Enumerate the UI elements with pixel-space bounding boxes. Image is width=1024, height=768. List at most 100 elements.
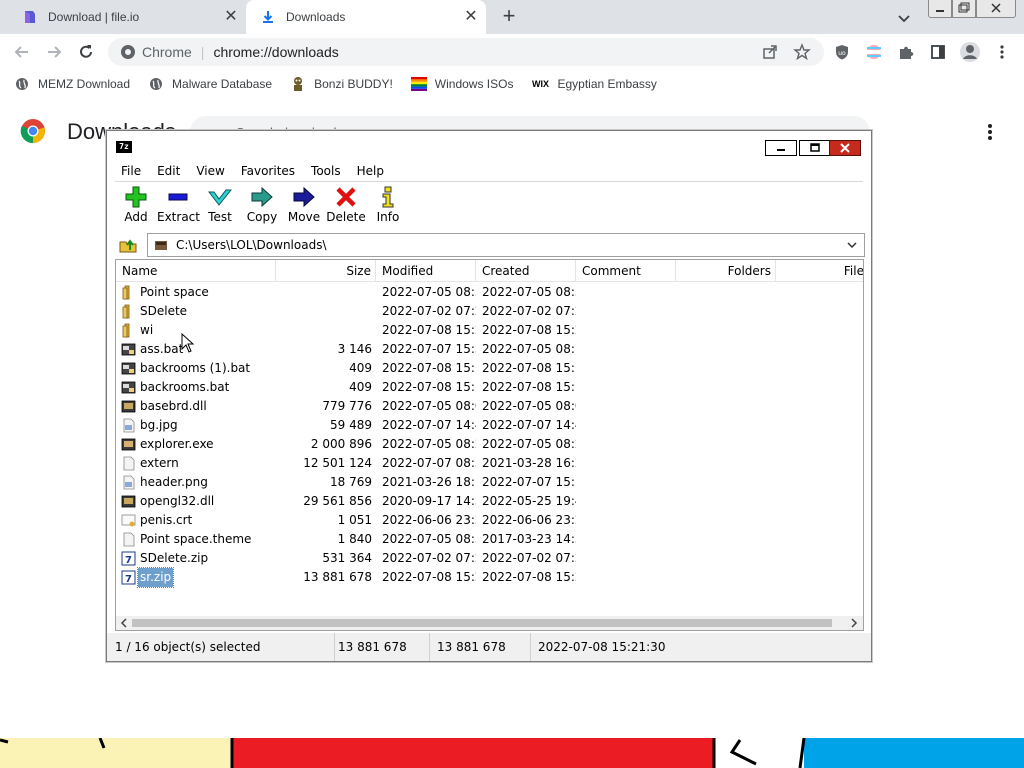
copy-button[interactable]: Copy xyxy=(241,185,283,231)
sevenzip-maximize-button[interactable] xyxy=(799,140,831,156)
file-size: 18 769 xyxy=(330,475,372,489)
file-modified: 2022-07-02 07:25 xyxy=(382,551,476,565)
generic-file-icon xyxy=(121,456,136,471)
file-name: backrooms (1).bat xyxy=(140,361,251,375)
tab-file-io[interactable]: Download | file.io ✕ xyxy=(8,0,246,34)
file-row[interactable]: basebrd.dll 779 776 2022-07-05 08:04 2022-0… xyxy=(116,397,863,416)
mouse-cursor-icon xyxy=(181,332,195,353)
reload-icon[interactable] xyxy=(74,40,98,64)
file-created: 2022-07-08 15:21 xyxy=(482,323,576,337)
batch-file-icon xyxy=(121,361,136,376)
bookmark-memz-download[interactable]: MEMZ Download xyxy=(14,76,130,92)
file-io-icon xyxy=(22,9,38,25)
svg-text:7: 7 xyxy=(125,555,132,566)
more-options-icon[interactable] xyxy=(982,120,998,144)
back-icon[interactable] xyxy=(10,40,34,64)
file-name: explorer.exe xyxy=(140,437,214,451)
add-button[interactable]: Add xyxy=(115,185,157,231)
bookmark-bonzi-buddy[interactable]: Bonzi BUDDY! xyxy=(290,76,393,92)
folder-icon xyxy=(121,304,136,319)
horizontal-scrollbar[interactable] xyxy=(116,616,863,630)
file-row[interactable]: 7 SDelete.zip 531 364 2022-07-02 07:25 2022-… xyxy=(116,549,863,568)
file-modified: 2022-07-05 08:53 xyxy=(382,532,476,546)
file-row[interactable]: opengl32.dll 29 561 856 2020-09-17 14:38 20… xyxy=(116,492,863,511)
menu-help[interactable]: Help xyxy=(349,161,392,181)
tab-downloads[interactable]: Downloads ✕ xyxy=(246,0,486,34)
file-size: 409 xyxy=(349,380,372,394)
extension-colored-icon[interactable] xyxy=(862,40,886,64)
tool-label: Test xyxy=(208,210,232,224)
window-restore-button[interactable] xyxy=(952,0,976,18)
sevenzip-minimize-button[interactable] xyxy=(765,140,797,156)
file-size: 2 000 896 xyxy=(310,437,372,451)
menu-edit[interactable]: Edit xyxy=(149,161,188,181)
ublock-extension-icon[interactable]: uo xyxy=(830,40,854,64)
bookmark-egyptian-embassy[interactable]: WIX Egyptian Embassy xyxy=(531,76,657,92)
bookmark-star-icon[interactable] xyxy=(790,40,814,64)
file-row[interactable]: wi 2022-07-08 15:21 2022-07-08 15:21 xyxy=(116,321,863,340)
path-text: C:\Users\LOL\Downloads\ xyxy=(176,238,327,252)
close-icon[interactable]: ✕ xyxy=(222,8,240,26)
file-row[interactable]: explorer.exe 2 000 896 2022-07-05 08:25 202… xyxy=(116,435,863,454)
tab-title: Download | file.io xyxy=(48,10,140,24)
address-bar[interactable]: Chrome | chrome://downloads xyxy=(108,38,824,66)
column-comment[interactable]: Comment xyxy=(576,260,676,282)
sevenzip-titlebar[interactable]: 7z xyxy=(107,131,871,161)
extract-button[interactable]: Extract xyxy=(157,185,200,231)
column-files[interactable]: File xyxy=(776,260,863,282)
side-panel-icon[interactable] xyxy=(926,40,950,64)
file-row[interactable]: Point space.theme 1 840 2022-07-05 08:53 20… xyxy=(116,530,863,549)
wix-icon: WIX xyxy=(531,79,549,89)
file-row[interactable]: SDelete 2022-07-02 07:25 2022-07-02 07:25 xyxy=(116,302,863,321)
file-row[interactable]: extern 12 501 124 2022-07-07 08:36 2021-03-… xyxy=(116,454,863,473)
column-size[interactable]: Size xyxy=(276,260,376,282)
file-row[interactable]: bg.jpg 59 489 2022-07-07 14:48 2022-07-07 1… xyxy=(116,416,863,435)
delete-button[interactable]: Delete xyxy=(325,185,367,231)
column-name[interactable]: Name xyxy=(116,260,276,282)
new-tab-button[interactable]: + xyxy=(498,5,520,28)
chrome-menu-icon[interactable] xyxy=(990,40,1014,64)
share-icon[interactable] xyxy=(758,40,782,64)
file-row[interactable]: ass.bat 3 146 2022-07-07 15:37 2022-07-05 0… xyxy=(116,340,863,359)
file-size: 1 051 xyxy=(337,513,372,527)
file-row[interactable]: backrooms (1).bat 409 2022-07-08 15:19 2022… xyxy=(116,359,863,378)
menu-tools[interactable]: Tools xyxy=(303,161,349,181)
close-icon[interactable]: ✕ xyxy=(462,8,480,26)
globe-icon xyxy=(14,76,30,92)
menu-file[interactable]: File xyxy=(113,161,149,181)
exe-file-icon xyxy=(121,437,136,452)
sevenzip-close-button[interactable] xyxy=(829,140,861,156)
chevron-down-icon[interactable] xyxy=(844,237,860,253)
window-minimize-button[interactable] xyxy=(928,0,952,18)
menu-divider xyxy=(115,181,863,182)
bonzi-icon xyxy=(290,76,306,92)
column-folders[interactable]: Folders xyxy=(676,260,776,282)
chevron-down-icon[interactable] xyxy=(894,8,914,28)
scroll-right-icon[interactable] xyxy=(848,617,860,629)
move-button[interactable]: Move xyxy=(283,185,325,231)
forward-icon[interactable] xyxy=(42,40,66,64)
window-close-button[interactable] xyxy=(976,0,1016,18)
test-button[interactable]: Test xyxy=(199,185,241,231)
file-name: basebrd.dll xyxy=(140,399,207,413)
bookmark-malware-database[interactable]: Malware Database xyxy=(148,76,272,92)
tab-strip: Download | file.io ✕ Downloads ✕ + xyxy=(0,0,1024,34)
profile-avatar-icon[interactable] xyxy=(958,40,982,64)
column-modified[interactable]: Modified xyxy=(376,260,476,282)
file-row[interactable]: Point space 2022-07-05 08:53 2022-07-05 08… xyxy=(116,283,863,302)
column-created[interactable]: Created xyxy=(476,260,576,282)
bookmark-windows-isos[interactable]: Windows ISOs xyxy=(410,76,513,92)
folder-up-icon[interactable] xyxy=(119,236,137,254)
file-row[interactable]: backrooms.bat 409 2022-07-08 15:19 2022-07-… xyxy=(116,378,863,397)
puzzle-extensions-icon[interactable] xyxy=(894,40,918,64)
file-created: 2022-07-05 08:11 xyxy=(482,342,576,356)
menu-view[interactable]: View xyxy=(188,161,232,181)
file-row[interactable]: 7 sr.zip 13 881 678 2022-07-08 15:21 2022-07… xyxy=(116,567,863,588)
path-combobox[interactable]: C:\Users\LOL\Downloads\ xyxy=(147,233,865,257)
scrollbar-thumb[interactable] xyxy=(132,619,832,627)
info-button[interactable]: Info xyxy=(367,185,409,231)
scroll-left-icon[interactable] xyxy=(118,617,130,629)
file-row[interactable]: header.png 18 769 2021-03-26 18:16 2022-07-… xyxy=(116,473,863,492)
file-row[interactable]: penis.crt 1 051 2022-06-06 23:29 2022-06-06… xyxy=(116,511,863,530)
menu-favorites[interactable]: Favorites xyxy=(233,161,303,181)
